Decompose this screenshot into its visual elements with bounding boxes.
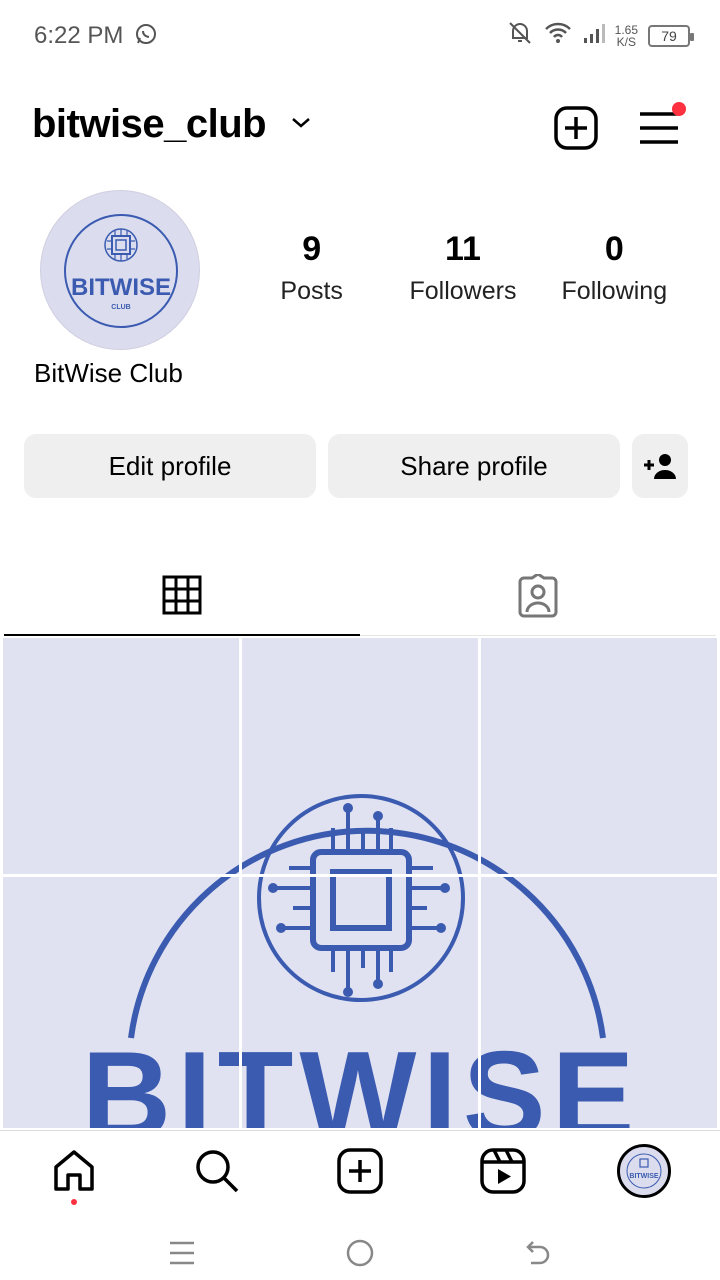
home-icon	[54, 1150, 94, 1191]
whatsapp-notification-icon	[134, 22, 158, 51]
post-grid	[3, 638, 717, 1128]
bottom-nav: BITWISE	[0, 1130, 720, 1220]
discover-people-button[interactable]	[632, 434, 688, 498]
menu-button[interactable]	[638, 102, 686, 148]
notification-dot	[672, 102, 686, 116]
recents-icon	[170, 1241, 194, 1265]
post-image	[481, 638, 717, 874]
signal-icon	[583, 22, 605, 49]
home-system-button[interactable]	[340, 1236, 380, 1270]
post-thumbnail[interactable]	[3, 877, 239, 1128]
status-icons: 1.65 K/S 79	[507, 20, 694, 51]
logo-text: BITWISE	[71, 274, 171, 301]
avatar-logo-text: BITWISE	[629, 1173, 658, 1180]
post-thumbnail[interactable]	[481, 877, 717, 1128]
bitwise-logo-small: BITWISE	[626, 1153, 662, 1189]
system-nav-bar	[0, 1222, 720, 1280]
stat-label: Followers	[409, 277, 517, 305]
grid-icon	[162, 575, 202, 615]
back-button[interactable]	[518, 1236, 558, 1270]
recents-button[interactable]	[162, 1236, 202, 1270]
network-speed-unit: K/S	[616, 34, 636, 49]
profile-avatar[interactable]: BITWISE CLUB	[40, 190, 200, 350]
stat-posts[interactable]: 9 Posts	[236, 230, 387, 306]
chevron-down-icon[interactable]	[290, 116, 312, 135]
mute-icon	[507, 20, 533, 51]
stat-value: 11	[445, 230, 481, 268]
nav-profile[interactable]: BITWISE	[616, 1143, 672, 1199]
status-time: 6:22 PM	[34, 22, 124, 49]
add-person-icon	[644, 454, 676, 479]
stat-following[interactable]: 0 Following	[539, 230, 690, 306]
search-icon	[196, 1150, 239, 1193]
post-thumbnail[interactable]	[242, 638, 478, 874]
tab-tagged[interactable]	[360, 556, 716, 636]
profile-tabs	[0, 556, 720, 636]
username-switcher[interactable]: bitwise_club	[32, 102, 267, 147]
nav-home[interactable]	[46, 1143, 102, 1205]
post-thumbnail[interactable]	[3, 638, 239, 874]
stat-label: Posts	[280, 277, 343, 305]
notification-dot	[71, 1199, 77, 1205]
post-image	[242, 638, 478, 874]
logo-subtext: CLUB	[111, 304, 130, 311]
network-speed: 1.65 K/S	[615, 24, 638, 48]
tagged-person-icon	[518, 573, 558, 617]
create-post-button[interactable]	[554, 106, 598, 150]
plus-square-icon	[554, 106, 598, 150]
post-image	[3, 638, 239, 874]
post-thumbnail[interactable]	[242, 877, 478, 1128]
profile-actions: Edit profile Share profile	[24, 434, 688, 498]
status-bar: 6:22 PM 1.65 K/S 79	[0, 0, 720, 72]
avatar: BITWISE	[617, 1144, 671, 1198]
nav-create[interactable]	[332, 1143, 388, 1199]
profile-stats: 9 Posts 11 Followers 0 Following	[236, 230, 690, 306]
battery-indicator: 79	[648, 24, 694, 47]
nav-search[interactable]	[189, 1143, 245, 1199]
stat-value: 0	[604, 230, 624, 268]
post-image	[242, 877, 478, 1128]
back-icon	[526, 1241, 550, 1265]
post-thumbnail[interactable]	[481, 638, 717, 874]
plus-square-icon	[337, 1148, 383, 1194]
display-name: BitWise Club	[34, 358, 183, 388]
edit-profile-button[interactable]: Edit profile	[24, 434, 316, 498]
post-image	[3, 877, 239, 1128]
profile-header: bitwise_club	[32, 96, 686, 160]
wifi-icon	[543, 21, 573, 50]
stat-followers[interactable]: 11 Followers	[387, 230, 538, 306]
nav-reels[interactable]	[475, 1143, 531, 1199]
bitwise-logo: BITWISE CLUB	[64, 214, 178, 328]
reels-icon	[480, 1148, 526, 1194]
stat-value: 9	[302, 230, 322, 268]
share-profile-button[interactable]: Share profile	[328, 434, 620, 498]
tab-grid[interactable]	[4, 556, 360, 636]
post-image	[481, 877, 717, 1128]
circle-home-icon	[346, 1239, 374, 1267]
stat-label: Following	[561, 277, 668, 305]
